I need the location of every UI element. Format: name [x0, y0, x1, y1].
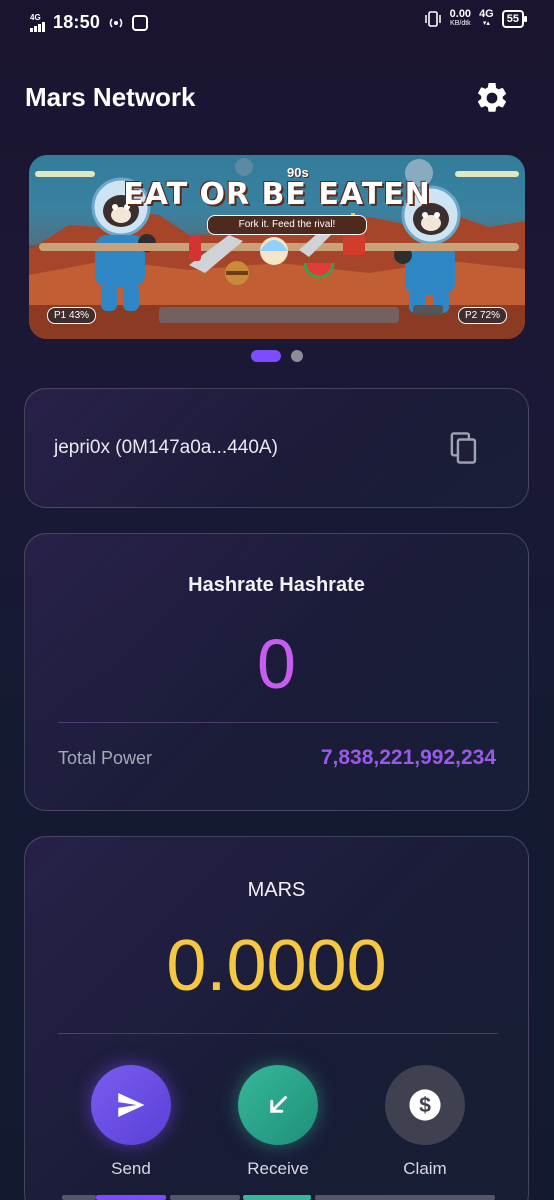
player1-badge: P1 43% — [47, 307, 97, 324]
mars-balance-card: MARS 0.0000 Send Receive $ Claim — [24, 836, 529, 1200]
total-power-value: 7,838,221,992,234 — [320, 746, 496, 769]
page-title: Mars Network — [25, 82, 196, 112]
divider — [58, 722, 498, 723]
bottom-nav-hint — [62, 1195, 96, 1200]
bottom-nav-hint — [315, 1195, 495, 1200]
app-notification-icon — [132, 14, 149, 31]
receive-button[interactable]: Receive — [238, 1065, 318, 1179]
network-speed: 0.00 KB/dtk — [449, 8, 472, 28]
arrow-down-left-icon — [238, 1065, 318, 1145]
hotspot-icon — [109, 18, 123, 27]
send-icon — [91, 1065, 171, 1145]
token-title: MARS — [247, 879, 306, 901]
vibrate-icon — [424, 11, 441, 27]
player2-badge: P2 72% — [457, 307, 507, 324]
hashrate-title: Hashrate Hashrate — [188, 574, 365, 596]
wallet-card: jepri0x (0M147a0a...440A) — [24, 388, 529, 508]
banner-title: EAT OR BE EATEN — [123, 177, 431, 212]
carousel-indicator — [251, 350, 303, 362]
signal-icon: 4G — [30, 12, 45, 32]
signal-label: 4G — [30, 12, 41, 22]
hashrate-card: Hashrate Hashrate 0 Total Power 7,838,22… — [24, 533, 529, 811]
status-right: 0.00 KB/dtk 4G ▾▴ 55 — [424, 8, 528, 28]
send-label: Send — [111, 1159, 151, 1178]
copy-icon[interactable] — [449, 431, 479, 465]
gear-icon[interactable] — [474, 80, 510, 116]
network-type-icon: 4G ▾▴ — [479, 8, 494, 28]
banner-subtitle: Fork it. Feed the rival! — [207, 215, 367, 235]
carousel-dot-active[interactable] — [251, 350, 281, 362]
promo-banner[interactable]: 90s EAT OR BE EATEN Fork it. Feed the ri… — [29, 155, 525, 339]
bottom-nav-hint — [96, 1195, 166, 1200]
claim-button[interactable]: $ Claim — [385, 1065, 465, 1179]
status-bar: 4G 18:50 0.00 KB/dtk 4G ▾▴ 55 — [0, 0, 554, 44]
dollar-coin-icon: $ — [385, 1065, 465, 1145]
bottom-nav-hint — [170, 1195, 240, 1200]
wallet-address: jepri0x (0M147a0a...440A) — [54, 437, 278, 458]
receive-label: Receive — [247, 1159, 309, 1178]
send-button[interactable]: Send — [91, 1065, 171, 1179]
claim-label: Claim — [403, 1159, 447, 1178]
carousel-dot[interactable] — [291, 350, 303, 362]
clock: 18:50 — [53, 12, 101, 32]
hashrate-value: 0 — [257, 625, 296, 703]
total-power-label: Total Power — [58, 748, 153, 768]
svg-text:$: $ — [419, 1093, 431, 1117]
battery-icon: 55 — [501, 10, 528, 28]
bottom-nav-hint — [243, 1195, 311, 1200]
status-left: 4G 18:50 — [30, 12, 149, 33]
divider — [58, 1033, 498, 1034]
token-balance: 0.0000 — [166, 926, 387, 1006]
